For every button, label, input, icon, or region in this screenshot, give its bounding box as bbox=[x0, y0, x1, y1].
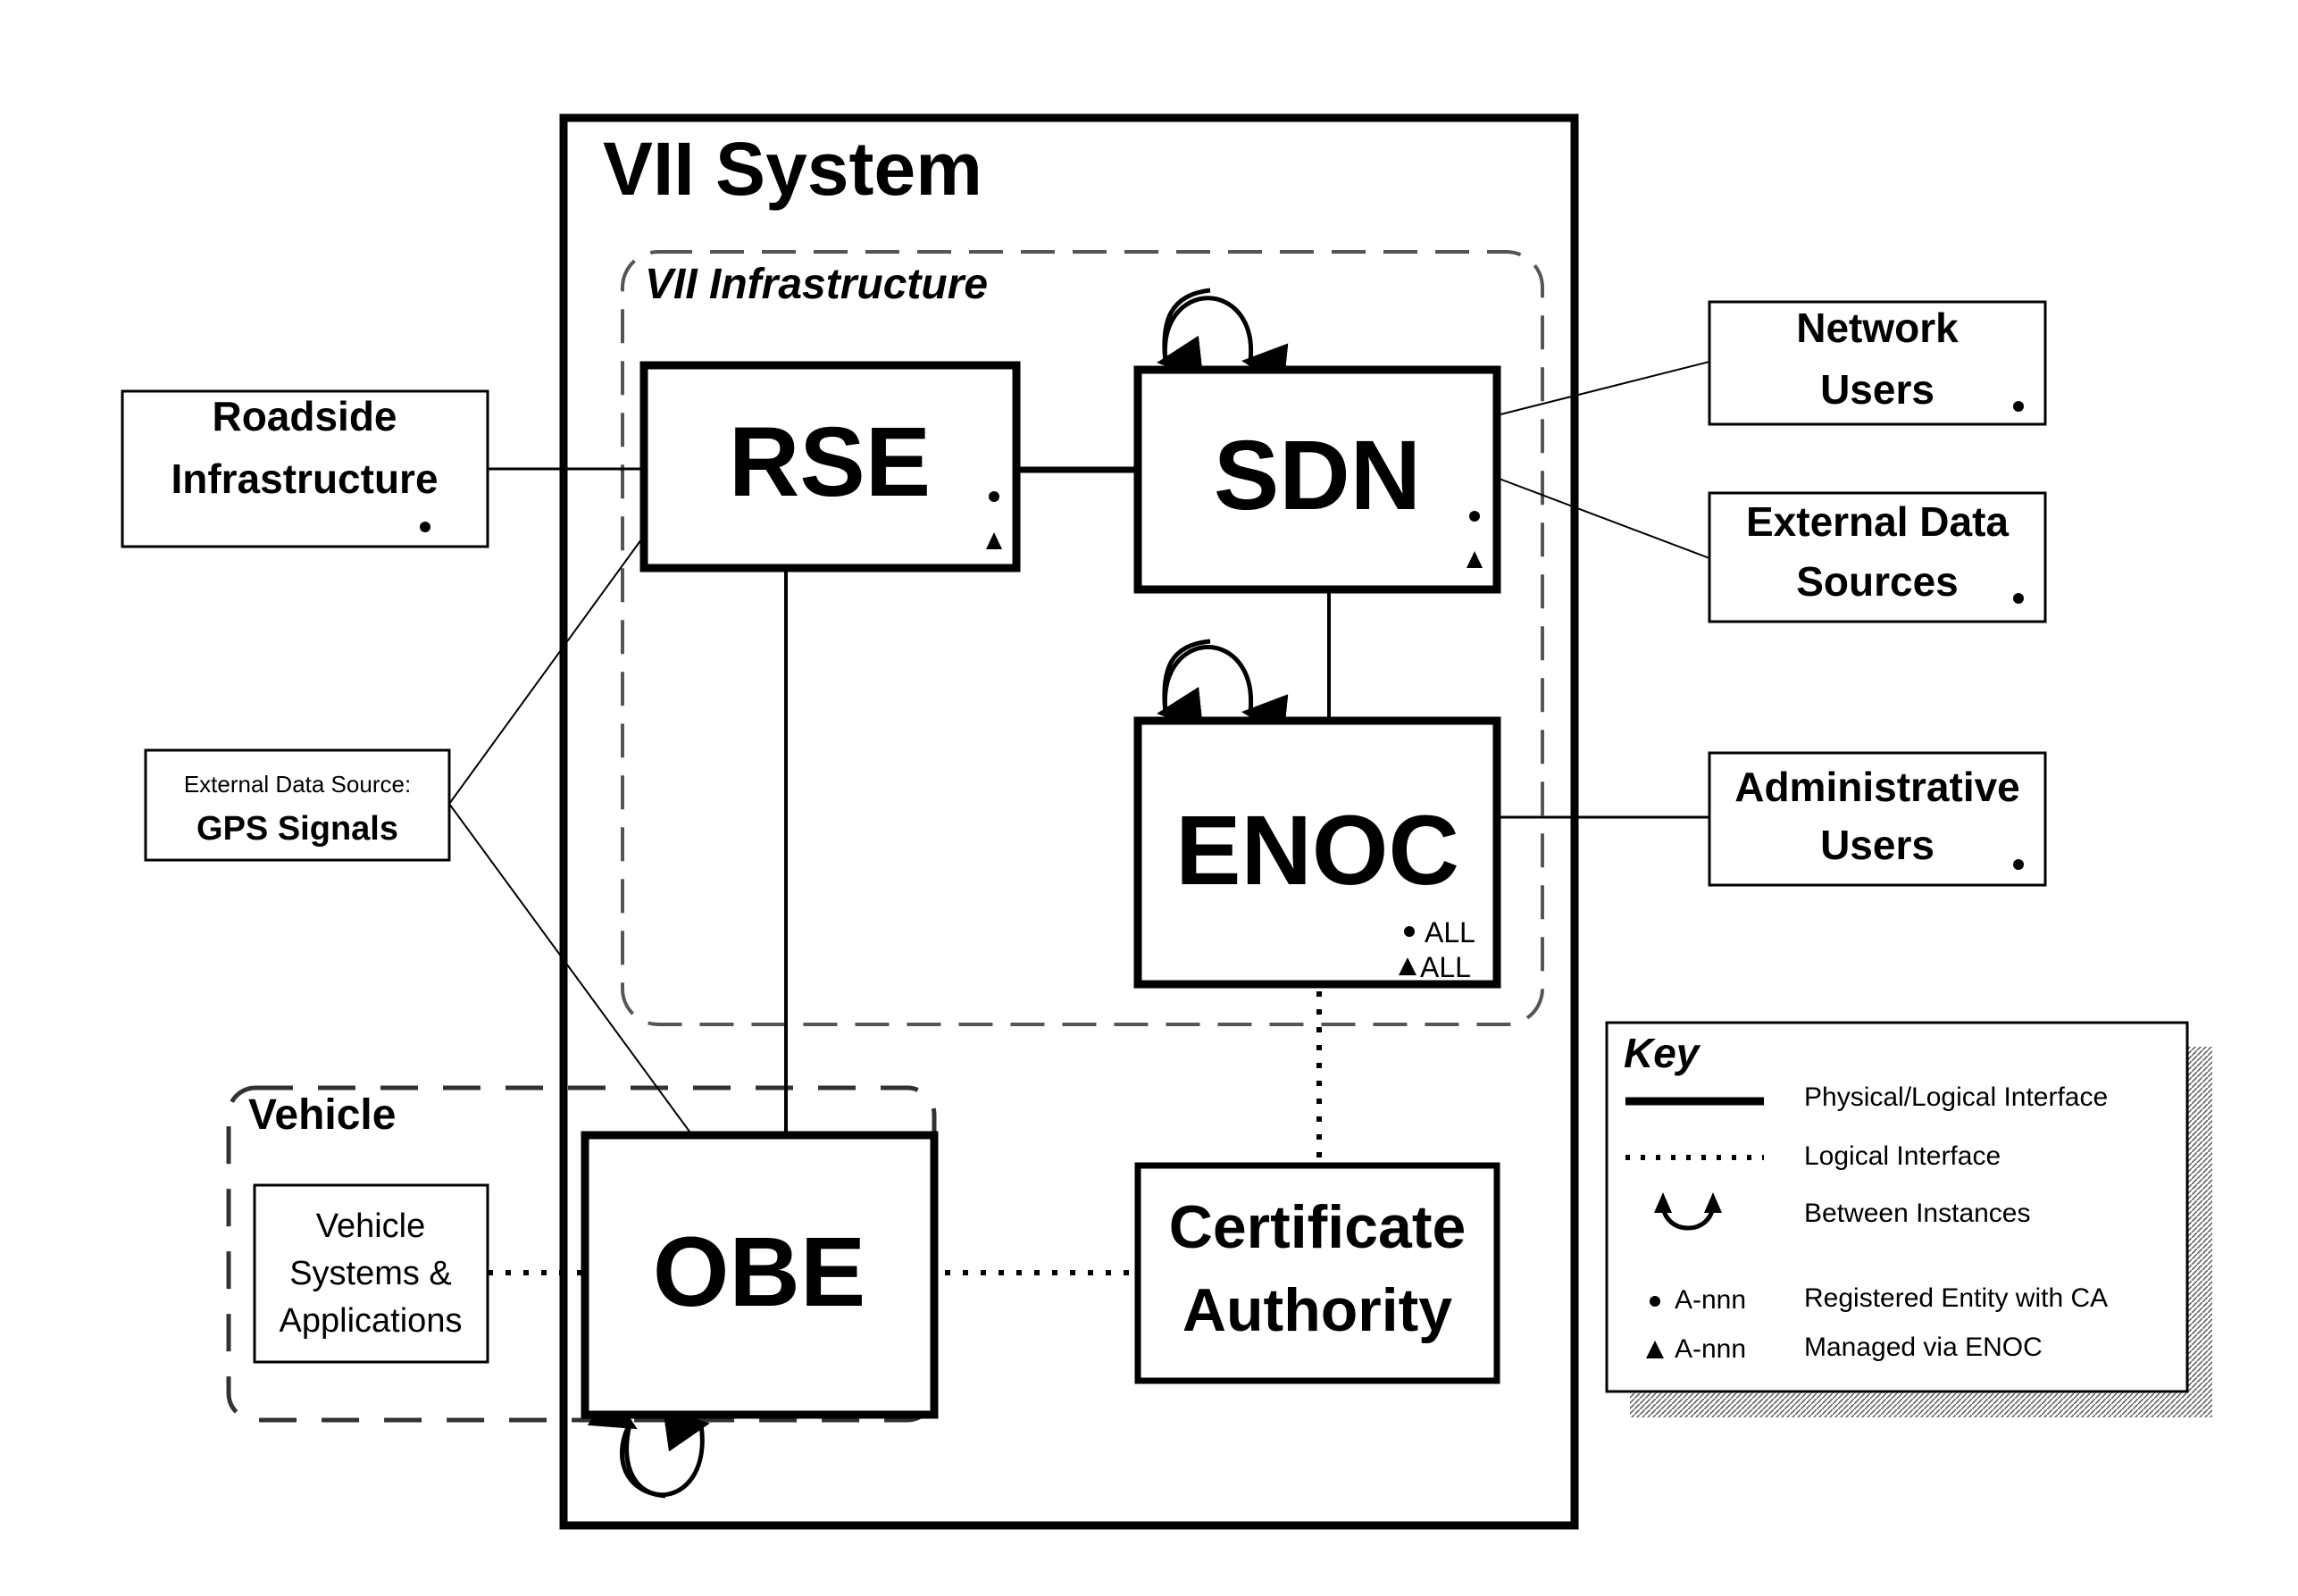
key-item-registered: Registered Entity with CA bbox=[1804, 1283, 2108, 1313]
external-data-line2: Sources bbox=[1796, 558, 1959, 605]
vii-system-diagram: VII System VII Infrastructure Vehicle RS… bbox=[121, 113, 2212, 1530]
key-item-managed: Managed via ENOC bbox=[1804, 1333, 2043, 1362]
external-data-sources-node[interactable]: External Data Sources bbox=[1708, 491, 2047, 623]
admin-users-line2: Users bbox=[1820, 822, 1934, 868]
registered-entity-icon bbox=[1650, 1296, 1660, 1307]
registered-entity-icon bbox=[2013, 593, 2024, 604]
vehicle-label: Vehicle bbox=[248, 1091, 396, 1139]
network-users-node[interactable]: Network Users bbox=[1708, 300, 2047, 426]
key-registered-symbol: A-nnn bbox=[1675, 1285, 1746, 1315]
rse-node[interactable]: RSE bbox=[639, 361, 1021, 572]
gps-signals-node[interactable]: External Data Source: GPS Signals bbox=[144, 748, 451, 862]
ca-label-line1: Certificate bbox=[1169, 1193, 1467, 1261]
obe-node[interactable]: OBE bbox=[581, 1131, 939, 1419]
registered-entity-icon bbox=[1469, 511, 1480, 522]
registered-entity-icon bbox=[1404, 926, 1415, 937]
external-data-line1: External Data bbox=[1746, 498, 2009, 545]
roadside-infrastructure-node[interactable]: Roadside Infrastructure bbox=[121, 389, 489, 548]
rse-label: RSE bbox=[729, 407, 931, 517]
vii-infrastructure-label: VII Infrastructure bbox=[645, 261, 988, 308]
vii-system-title: VII System bbox=[603, 127, 982, 211]
gps-label-line2: GPS Signals bbox=[196, 810, 398, 848]
roadside-label-line1: Roadside bbox=[212, 393, 397, 439]
key-item-physical-logical: Physical/Logical Interface bbox=[1804, 1082, 2108, 1112]
certificate-authority-node[interactable]: Certificate Authority bbox=[1134, 1162, 1500, 1384]
key-title: Key bbox=[1624, 1030, 1701, 1076]
registered-entity-icon bbox=[2013, 401, 2024, 412]
admin-users-line1: Administrative bbox=[1734, 764, 2020, 810]
enoc-registered-all: ALL bbox=[1425, 916, 1475, 948]
registered-entity-icon bbox=[989, 491, 999, 502]
vehicle-systems-line1: Vehicle bbox=[316, 1207, 426, 1245]
enoc-managed-all: ALL bbox=[1420, 951, 1471, 983]
enoc-node[interactable]: ENOC ALL ALL bbox=[1133, 716, 1501, 989]
key-item-logical: Logical Interface bbox=[1804, 1141, 2001, 1171]
roadside-label-line2: Infrastructure bbox=[171, 455, 438, 502]
enoc-label: ENOC bbox=[1175, 796, 1459, 906]
key-managed-symbol: A-nnn bbox=[1675, 1334, 1746, 1364]
sdn-node[interactable]: SDN bbox=[1133, 365, 1501, 594]
network-users-line2: Users bbox=[1820, 366, 1934, 413]
vehicle-systems-line2: Systems & bbox=[289, 1255, 452, 1292]
sdn-label: SDN bbox=[1214, 421, 1421, 531]
registered-entity-icon bbox=[2013, 859, 2024, 870]
vehicle-systems-line3: Applications bbox=[280, 1302, 463, 1340]
ca-label-line2: Authority bbox=[1182, 1276, 1452, 1344]
network-users-line1: Network bbox=[1796, 305, 1959, 351]
key-legend: Key Physical/Logical Interface Logical I… bbox=[1605, 1021, 2212, 1417]
gps-label-line1: External Data Source: bbox=[184, 771, 411, 798]
vehicle-systems-node[interactable]: Vehicle Systems & Applications bbox=[253, 1183, 489, 1364]
key-item-between-instances: Between Instances bbox=[1804, 1199, 2031, 1228]
registered-entity-icon bbox=[420, 522, 430, 532]
obe-label: OBE bbox=[653, 1217, 865, 1327]
administrative-users-node[interactable]: Administrative Users bbox=[1708, 751, 2047, 887]
